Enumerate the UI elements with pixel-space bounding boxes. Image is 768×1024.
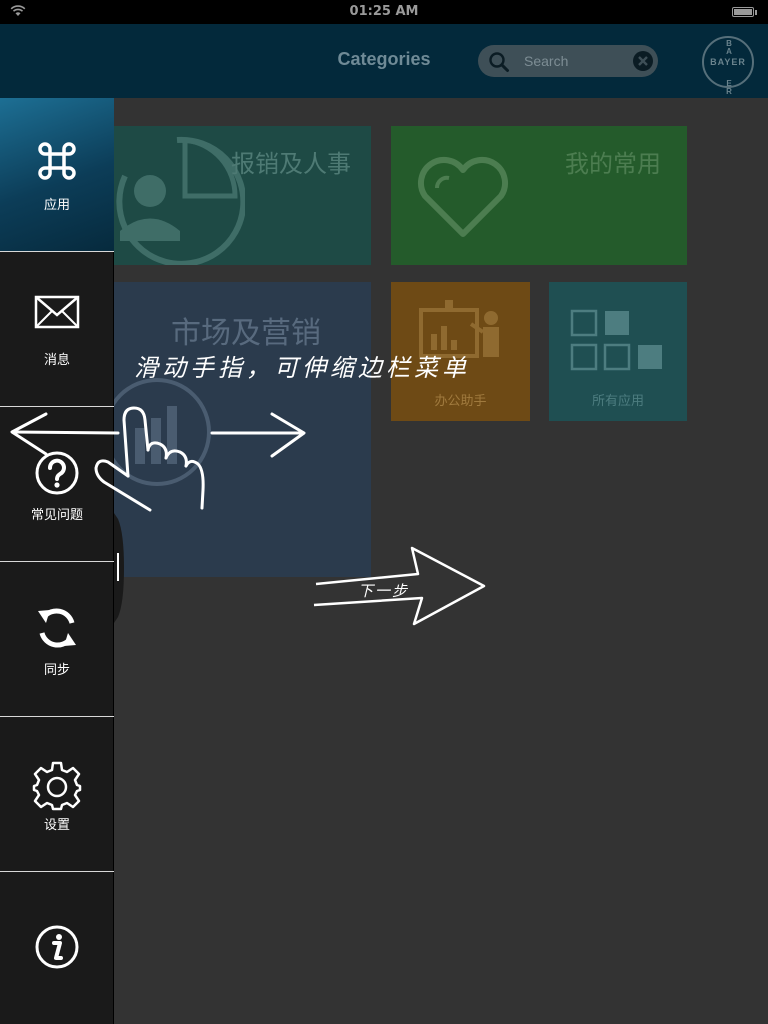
tutorial-hint-text: 滑动手指，可伸缩边栏菜单 — [134, 354, 470, 382]
next-step-label[interactable]: 下一步 — [358, 580, 409, 601]
swipe-right-arrow — [210, 412, 306, 458]
swipe-hand-icon — [94, 406, 205, 512]
tutorial-overlay — [10, 406, 486, 626]
swipe-left-arrow — [10, 412, 120, 456]
